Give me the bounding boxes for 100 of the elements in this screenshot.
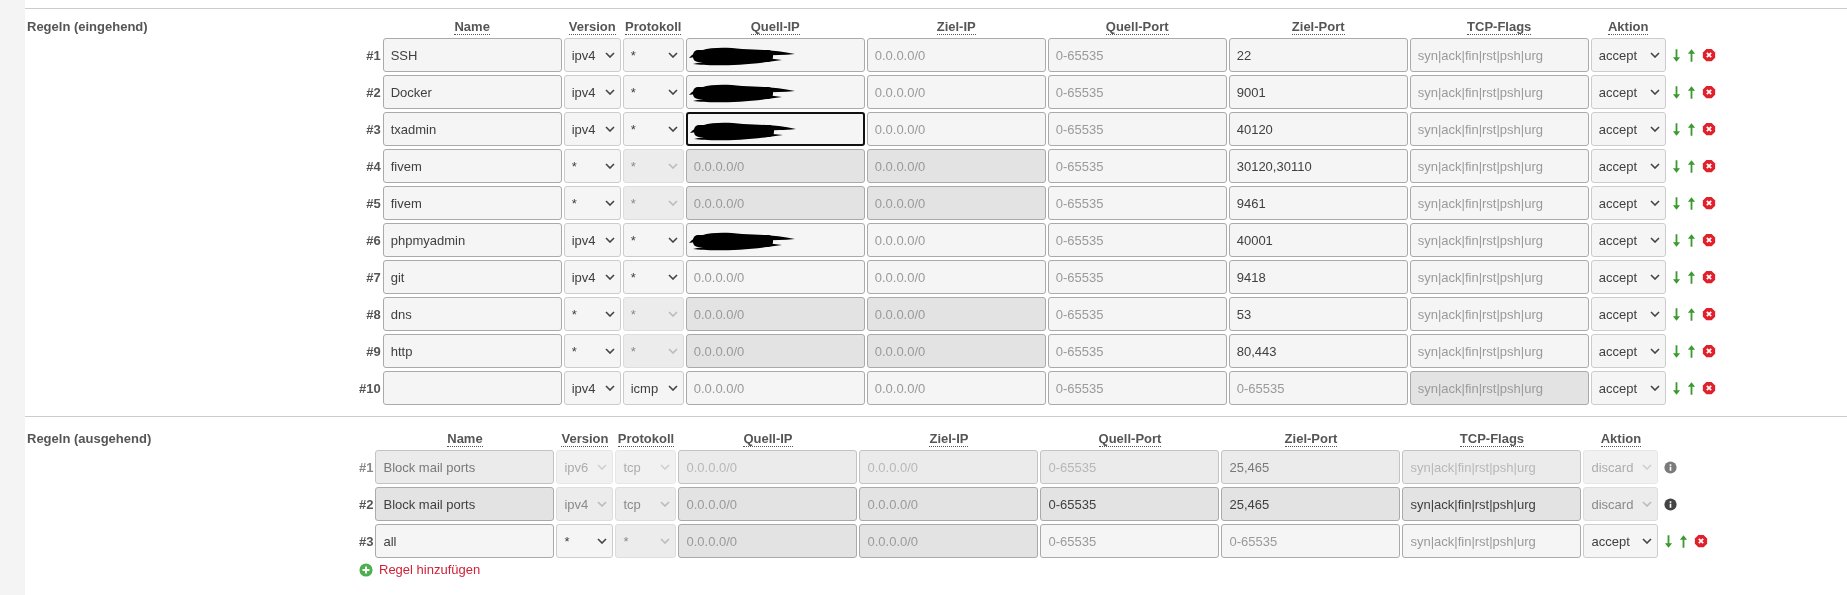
- source-ip-field[interactable]: [685, 223, 865, 257]
- move-down-icon[interactable]: [1671, 232, 1681, 248]
- protocol-select[interactable]: *: [622, 223, 684, 257]
- source-port-field[interactable]: 0-65535: [1047, 38, 1227, 72]
- delete-icon[interactable]: [1701, 270, 1716, 284]
- version-select[interactable]: *: [563, 297, 621, 331]
- source-ip-field[interactable]: 0.0.0.0/0: [685, 260, 865, 294]
- action-select[interactable]: accept: [1590, 112, 1666, 146]
- delete-icon[interactable]: [1694, 534, 1709, 548]
- source-port-field[interactable]: 0-65535: [1047, 149, 1227, 183]
- name-field[interactable]: fivem: [382, 186, 562, 220]
- tcp-flags-field[interactable]: syn|ack|fin|rst|psh|urg: [1409, 38, 1589, 72]
- destination-ip-field[interactable]: 0.0.0.0/0: [866, 371, 1046, 405]
- move-up-icon[interactable]: [1686, 158, 1696, 174]
- name-field[interactable]: phpmyadmin: [382, 223, 562, 257]
- delete-icon[interactable]: [1701, 159, 1716, 173]
- source-ip-field[interactable]: [685, 38, 865, 72]
- move-down-icon[interactable]: [1671, 195, 1681, 211]
- delete-icon[interactable]: [1701, 307, 1716, 321]
- delete-icon[interactable]: [1701, 48, 1716, 62]
- name-field[interactable]: SSH: [382, 38, 562, 72]
- destination-port-field[interactable]: 40001: [1228, 223, 1408, 257]
- move-up-icon[interactable]: [1686, 84, 1696, 100]
- protocol-select[interactable]: *: [622, 38, 684, 72]
- action-select[interactable]: accept: [1590, 186, 1666, 220]
- version-select[interactable]: ipv4: [563, 371, 621, 405]
- source-ip-field[interactable]: [685, 75, 865, 109]
- source-port-field[interactable]: 0-65535: [1040, 524, 1220, 558]
- version-select[interactable]: *: [556, 524, 614, 558]
- name-field[interactable]: dns: [382, 297, 562, 331]
- tcp-flags-field[interactable]: syn|ack|fin|rst|psh|urg: [1409, 334, 1589, 368]
- destination-port-field[interactable]: 22: [1228, 38, 1408, 72]
- protocol-select[interactable]: *: [622, 75, 684, 109]
- destination-ip-field[interactable]: 0.0.0.0/0: [866, 75, 1046, 109]
- destination-ip-field[interactable]: 0.0.0.0/0: [866, 38, 1046, 72]
- action-select[interactable]: accept: [1590, 334, 1666, 368]
- tcp-flags-field[interactable]: syn|ack|fin|rst|psh|urg: [1409, 297, 1589, 331]
- destination-port-field[interactable]: 9461: [1228, 186, 1408, 220]
- move-up-icon[interactable]: [1686, 47, 1696, 63]
- move-up-icon[interactable]: [1679, 533, 1689, 549]
- action-select[interactable]: accept: [1590, 149, 1666, 183]
- destination-port-field[interactable]: 9001: [1228, 75, 1408, 109]
- move-up-icon[interactable]: [1686, 343, 1696, 359]
- add-icon[interactable]: [359, 562, 373, 577]
- action-select[interactable]: accept: [1590, 260, 1666, 294]
- tcp-flags-field[interactable]: syn|ack|fin|rst|psh|urg: [1409, 149, 1589, 183]
- version-select[interactable]: ipv4: [563, 223, 621, 257]
- delete-icon[interactable]: [1701, 344, 1716, 358]
- name-field[interactable]: all: [375, 524, 555, 558]
- destination-ip-field[interactable]: 0.0.0.0/0: [866, 223, 1046, 257]
- action-select[interactable]: accept: [1590, 38, 1666, 72]
- move-up-icon[interactable]: [1686, 121, 1696, 137]
- action-select[interactable]: accept: [1590, 371, 1666, 405]
- move-up-icon[interactable]: [1686, 195, 1696, 211]
- source-port-field[interactable]: 0-65535: [1047, 371, 1227, 405]
- destination-port-field[interactable]: 40120: [1228, 112, 1408, 146]
- tcp-flags-field[interactable]: syn|ack|fin|rst|psh|urg: [1409, 223, 1589, 257]
- version-select[interactable]: ipv4: [563, 38, 621, 72]
- version-select[interactable]: *: [563, 334, 621, 368]
- tcp-flags-field[interactable]: syn|ack|fin|rst|psh|urg: [1409, 112, 1589, 146]
- protocol-select[interactable]: *: [622, 260, 684, 294]
- name-field[interactable]: git: [382, 260, 562, 294]
- name-field[interactable]: Docker: [382, 75, 562, 109]
- move-up-icon[interactable]: [1686, 269, 1696, 285]
- protocol-select[interactable]: *: [622, 112, 684, 146]
- name-field[interactable]: http: [382, 334, 562, 368]
- delete-icon[interactable]: [1701, 196, 1716, 210]
- destination-port-field[interactable]: 30120,30110: [1228, 149, 1408, 183]
- version-select[interactable]: ipv4: [563, 75, 621, 109]
- action-select[interactable]: accept: [1590, 75, 1666, 109]
- action-select[interactable]: accept: [1590, 223, 1666, 257]
- tcp-flags-field[interactable]: syn|ack|fin|rst|psh|urg: [1409, 75, 1589, 109]
- source-port-field[interactable]: 0-65535: [1047, 75, 1227, 109]
- tcp-flags-field[interactable]: syn|ack|fin|rst|psh|urg: [1409, 186, 1589, 220]
- move-down-icon[interactable]: [1671, 158, 1681, 174]
- source-port-field[interactable]: 0-65535: [1047, 260, 1227, 294]
- move-up-icon[interactable]: [1686, 380, 1696, 396]
- destination-port-field[interactable]: 53: [1228, 297, 1408, 331]
- source-port-field[interactable]: 0-65535: [1047, 223, 1227, 257]
- delete-icon[interactable]: [1701, 381, 1716, 395]
- move-down-icon[interactable]: [1671, 121, 1681, 137]
- move-down-icon[interactable]: [1671, 47, 1681, 63]
- move-down-icon[interactable]: [1671, 269, 1681, 285]
- move-down-icon[interactable]: [1664, 533, 1674, 549]
- version-select[interactable]: ipv4: [563, 112, 621, 146]
- version-select[interactable]: *: [563, 149, 621, 183]
- destination-ip-field[interactable]: 0.0.0.0/0: [866, 260, 1046, 294]
- add-rule-link[interactable]: Regel hinzufügen: [379, 562, 481, 577]
- name-field[interactable]: [382, 371, 562, 405]
- delete-icon[interactable]: [1701, 122, 1716, 136]
- info-icon[interactable]: [1664, 460, 1678, 474]
- destination-port-field[interactable]: 9418: [1228, 260, 1408, 294]
- delete-icon[interactable]: [1701, 233, 1716, 247]
- destination-ip-field[interactable]: 0.0.0.0/0: [866, 112, 1046, 146]
- source-port-field[interactable]: 0-65535: [1047, 334, 1227, 368]
- move-down-icon[interactable]: [1671, 343, 1681, 359]
- delete-icon[interactable]: [1701, 85, 1716, 99]
- move-down-icon[interactable]: [1671, 380, 1681, 396]
- source-port-field[interactable]: 0-65535: [1047, 297, 1227, 331]
- tcp-flags-field[interactable]: syn|ack|fin|rst|psh|urg: [1402, 524, 1582, 558]
